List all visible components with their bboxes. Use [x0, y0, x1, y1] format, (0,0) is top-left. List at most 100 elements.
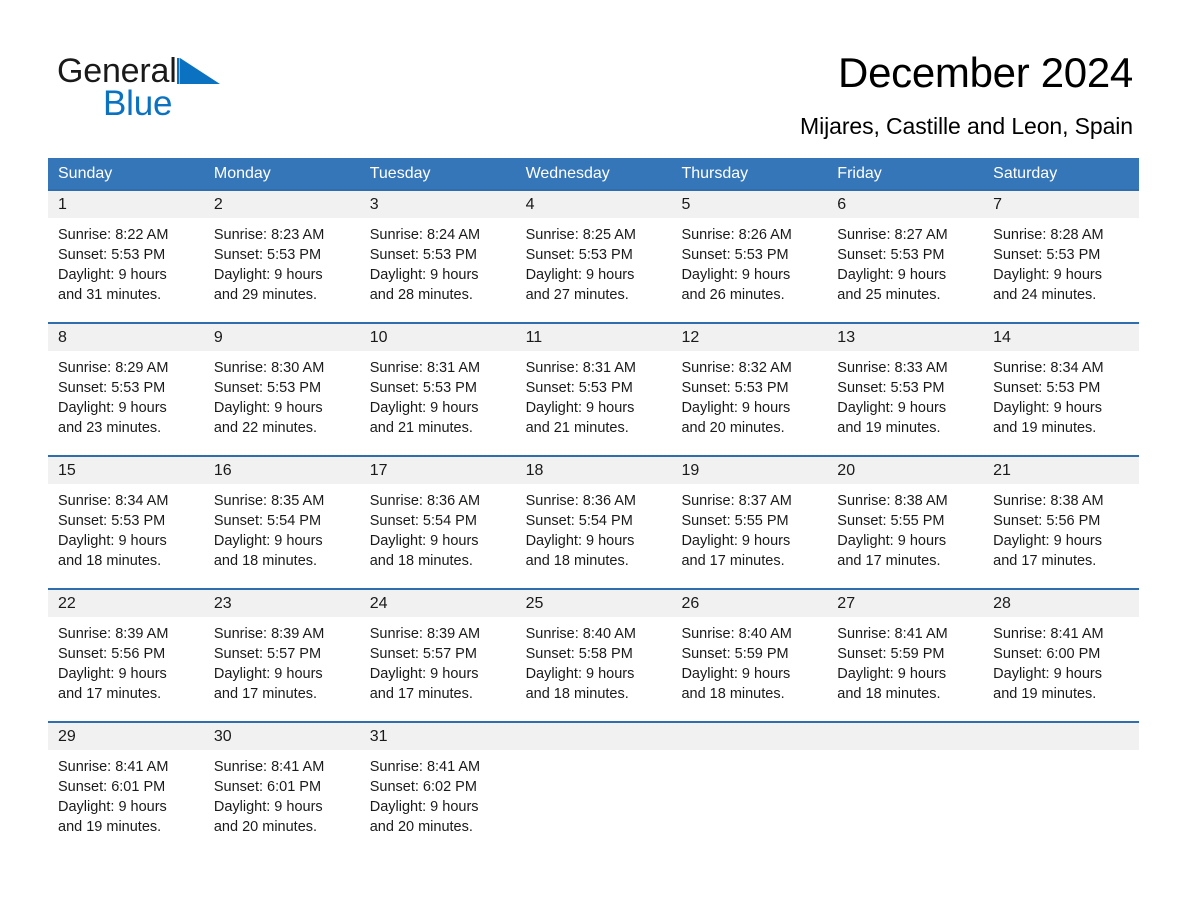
day-info: Sunrise: 8:29 AM Sunset: 5:53 PM Dayligh… — [48, 351, 204, 438]
day-cell[interactable]: 16 Sunrise: 8:35 AM Sunset: 5:54 PM Dayl… — [203, 457, 360, 588]
day-cell[interactable]: 25 Sunrise: 8:40 AM Sunset: 5:58 PM Dayl… — [515, 590, 672, 721]
day-number: 26 — [671, 590, 828, 617]
sunrise-text: Sunrise: 8:38 AM — [993, 493, 1104, 509]
day-number: 31 — [359, 723, 516, 750]
day-number: 1 — [48, 191, 204, 218]
day-cell[interactable]: 5 Sunrise: 8:26 AM Sunset: 5:53 PM Dayli… — [671, 191, 828, 322]
daylight-text-line2: and 17 minutes. — [993, 553, 1097, 569]
day-number: 21 — [983, 457, 1140, 484]
sunrise-text: Sunrise: 8:31 AM — [525, 360, 636, 376]
daylight-text-line1: Daylight: 9 hours — [369, 799, 479, 815]
daylight-text-line1: Daylight: 9 hours — [58, 799, 167, 815]
day-cell[interactable]: 22 Sunrise: 8:39 AM Sunset: 5:56 PM Dayl… — [48, 590, 204, 721]
sunset-text: Sunset: 5:53 PM — [837, 380, 945, 396]
sunrise-text: Sunrise: 8:23 AM — [213, 227, 325, 243]
day-info: Sunrise: 8:27 AM Sunset: 5:53 PM Dayligh… — [827, 218, 983, 305]
sunrise-text: Sunrise: 8:26 AM — [681, 227, 792, 243]
day-cell[interactable]: 29 Sunrise: 8:41 AM Sunset: 6:01 PM Dayl… — [48, 723, 204, 854]
sunrise-text: Sunrise: 8:41 AM — [837, 626, 948, 642]
day-cell[interactable]: 23 Sunrise: 8:39 AM Sunset: 5:57 PM Dayl… — [203, 590, 360, 721]
day-cell[interactable]: 1 Sunrise: 8:22 AM Sunset: 5:53 PM Dayli… — [48, 191, 204, 322]
day-cell[interactable]: 9 Sunrise: 8:30 AM Sunset: 5:53 PM Dayli… — [203, 324, 360, 455]
daylight-text-line2: and 28 minutes. — [369, 287, 473, 303]
day-number — [983, 723, 1140, 750]
daylight-text-line1: Daylight: 9 hours — [681, 267, 791, 283]
day-cell[interactable]: 4 Sunrise: 8:25 AM Sunset: 5:53 PM Dayli… — [515, 191, 672, 322]
day-cell[interactable]: 11 Sunrise: 8:31 AM Sunset: 5:53 PM Dayl… — [515, 324, 672, 455]
day-cell[interactable]: 20 Sunrise: 8:38 AM Sunset: 5:55 PM Dayl… — [827, 457, 984, 588]
sunset-text: Sunset: 5:53 PM — [58, 380, 166, 396]
day-cell[interactable]: 7 Sunrise: 8:28 AM Sunset: 5:53 PM Dayli… — [983, 191, 1140, 322]
day-cell[interactable]: 30 Sunrise: 8:41 AM Sunset: 6:01 PM Dayl… — [203, 723, 360, 854]
day-cell[interactable]: 27 Sunrise: 8:41 AM Sunset: 5:59 PM Dayl… — [827, 590, 984, 721]
daylight-text-line2: and 18 minutes. — [369, 553, 473, 569]
sunrise-text: Sunrise: 8:39 AM — [58, 626, 169, 642]
daylight-text-line2: and 17 minutes. — [681, 553, 785, 569]
daylight-text-line1: Daylight: 9 hours — [213, 799, 323, 815]
daylight-text-line1: Daylight: 9 hours — [525, 267, 635, 283]
day-info: Sunrise: 8:25 AM Sunset: 5:53 PM Dayligh… — [516, 218, 672, 305]
sunrise-text: Sunrise: 8:25 AM — [525, 227, 636, 243]
day-number: 29 — [48, 723, 204, 750]
day-cell[interactable]: 13 Sunrise: 8:33 AM Sunset: 5:53 PM Dayl… — [827, 324, 984, 455]
day-cell[interactable]: 12 Sunrise: 8:32 AM Sunset: 5:53 PM Dayl… — [671, 324, 828, 455]
day-cell[interactable]: 24 Sunrise: 8:39 AM Sunset: 5:57 PM Dayl… — [359, 590, 516, 721]
day-cell[interactable]: 21 Sunrise: 8:38 AM Sunset: 5:56 PM Dayl… — [983, 457, 1140, 588]
day-cell[interactable]: 10 Sunrise: 8:31 AM Sunset: 5:53 PM Dayl… — [359, 324, 516, 455]
day-number: 3 — [359, 191, 516, 218]
sunrise-text: Sunrise: 8:24 AM — [369, 227, 481, 243]
day-cell[interactable]: 31 Sunrise: 8:41 AM Sunset: 6:02 PM Dayl… — [359, 723, 516, 854]
day-cell[interactable]: 19 Sunrise: 8:37 AM Sunset: 5:55 PM Dayl… — [671, 457, 828, 588]
sunset-text: Sunset: 6:01 PM — [58, 779, 166, 795]
week-row: 1 Sunrise: 8:22 AM Sunset: 5:53 PM Dayli… — [48, 189, 1140, 322]
sunrise-text: Sunrise: 8:29 AM — [58, 360, 169, 376]
day-info: Sunrise: 8:40 AM Sunset: 5:59 PM Dayligh… — [671, 617, 827, 704]
daylight-text-line1: Daylight: 9 hours — [681, 400, 791, 416]
page-subtitle: Mijares, Castille and Leon, Spain — [800, 113, 1133, 139]
day-number: 14 — [983, 324, 1140, 351]
daylight-text-line1: Daylight: 9 hours — [837, 400, 947, 416]
day-number — [671, 723, 828, 750]
daylight-text-line1: Daylight: 9 hours — [525, 666, 635, 682]
day-cell[interactable]: 15 Sunrise: 8:34 AM Sunset: 5:53 PM Dayl… — [48, 457, 204, 588]
sunset-text: Sunset: 6:00 PM — [993, 646, 1101, 662]
daylight-text-line2: and 19 minutes. — [993, 420, 1097, 436]
daylight-text-line2: and 22 minutes. — [213, 420, 318, 436]
daylight-text-line1: Daylight: 9 hours — [369, 400, 479, 416]
day-cell[interactable]: 3 Sunrise: 8:24 AM Sunset: 5:53 PM Dayli… — [359, 191, 516, 322]
daylight-text-line2: and 19 minutes. — [58, 819, 162, 835]
day-info: Sunrise: 8:41 AM Sunset: 6:01 PM Dayligh… — [48, 750, 204, 837]
daylight-text-line2: and 17 minutes. — [58, 686, 162, 702]
day-info: Sunrise: 8:33 AM Sunset: 5:53 PM Dayligh… — [827, 351, 983, 438]
day-number: 9 — [203, 324, 360, 351]
day-cell[interactable]: 26 Sunrise: 8:40 AM Sunset: 5:59 PM Dayl… — [671, 590, 828, 721]
day-cell[interactable]: 18 Sunrise: 8:36 AM Sunset: 5:54 PM Dayl… — [515, 457, 672, 588]
week-row: 8 Sunrise: 8:29 AM Sunset: 5:53 PM Dayli… — [48, 322, 1140, 455]
sunrise-text: Sunrise: 8:41 AM — [369, 759, 481, 775]
title-block: December 2024 Mijares, Castille and Leon… — [413, 48, 1133, 141]
sunrise-text: Sunrise: 8:27 AM — [837, 227, 948, 243]
day-cell[interactable]: 14 Sunrise: 8:34 AM Sunset: 5:53 PM Dayl… — [983, 324, 1140, 455]
daylight-text-line1: Daylight: 9 hours — [369, 533, 479, 549]
general-blue-logo[interactable]: General Blue — [57, 52, 317, 123]
weekday-header-monday: Monday — [213, 165, 271, 182]
day-info: Sunrise: 8:26 AM Sunset: 5:53 PM Dayligh… — [671, 218, 827, 305]
day-cell[interactable]: 28 Sunrise: 8:41 AM Sunset: 6:00 PM Dayl… — [983, 590, 1140, 721]
sunset-text: Sunset: 5:57 PM — [213, 646, 322, 662]
sunrise-text: Sunrise: 8:41 AM — [213, 759, 325, 775]
day-cell[interactable]: 6 Sunrise: 8:27 AM Sunset: 5:53 PM Dayli… — [827, 191, 984, 322]
triangle-icon — [176, 57, 221, 102]
day-cell[interactable]: 8 Sunrise: 8:29 AM Sunset: 5:53 PM Dayli… — [48, 324, 204, 455]
day-cell-empty — [515, 723, 672, 854]
daylight-text-line2: and 18 minutes. — [525, 553, 629, 569]
day-cell[interactable]: 2 Sunrise: 8:23 AM Sunset: 5:53 PM Dayli… — [203, 191, 360, 322]
daylight-text-line2: and 17 minutes. — [369, 686, 473, 702]
day-cell[interactable]: 17 Sunrise: 8:36 AM Sunset: 5:54 PM Dayl… — [359, 457, 516, 588]
day-number: 28 — [983, 590, 1140, 617]
logo-word-general: General — [57, 52, 177, 90]
day-info: Sunrise: 8:30 AM Sunset: 5:53 PM Dayligh… — [204, 351, 360, 438]
day-number: 24 — [359, 590, 516, 617]
week-row: 15 Sunrise: 8:34 AM Sunset: 5:53 PM Dayl… — [48, 455, 1140, 588]
daylight-text-line1: Daylight: 9 hours — [58, 400, 167, 416]
daylight-text-line1: Daylight: 9 hours — [525, 400, 635, 416]
